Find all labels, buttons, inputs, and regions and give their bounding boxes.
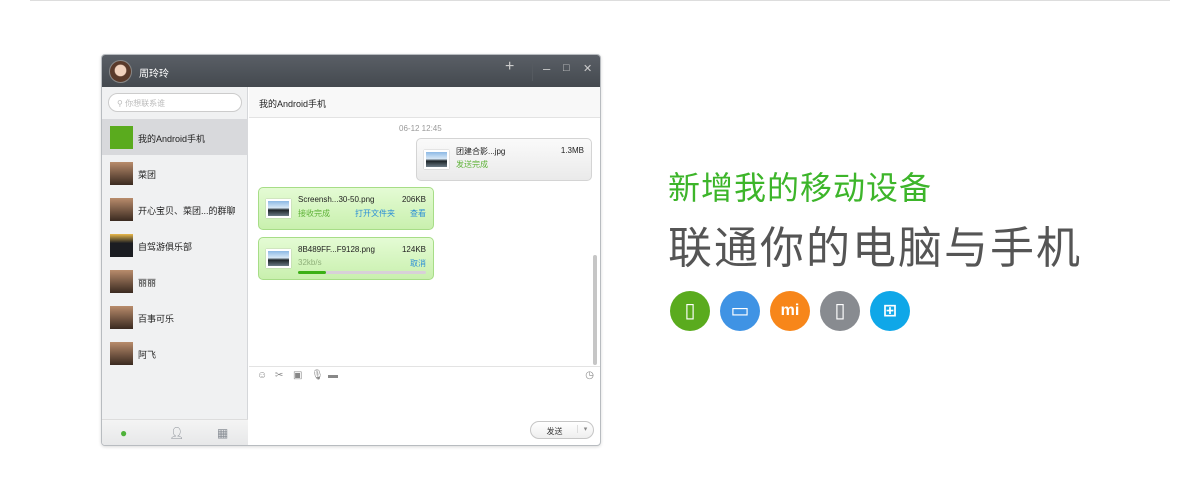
sidebar-tabs: ● 👤︎ ▦: [102, 419, 248, 445]
contact-label: 自驾游俱乐部: [138, 242, 193, 252]
search-input[interactable]: ⚲ 你想联系谁: [108, 93, 242, 112]
view-link[interactable]: 查看: [410, 208, 426, 219]
sent-file-message[interactable]: 团建合影...jpg 1.3MB 发送完成: [416, 138, 592, 181]
chat-panel: 我的Android手机 06-12 12:45 团建合影...jpg 1.3MB…: [249, 87, 600, 445]
transfer-status: 接收完成: [298, 209, 330, 218]
user-avatar[interactable]: [109, 60, 132, 83]
scissors-icon[interactable]: ✂: [275, 370, 283, 381]
contact-sidebar: ⚲ 你想联系谁 我的Android手机 菜团 开心宝贝、菜团...的群聊 自驾游…: [102, 87, 248, 445]
folder-icon[interactable]: ▬: [328, 370, 338, 381]
image-thumbnail: [266, 249, 291, 268]
contact-item[interactable]: 开心宝贝、菜团...的群聊: [102, 191, 248, 227]
avatar: [110, 306, 133, 329]
contacts-tab-icon[interactable]: 👤︎: [169, 426, 184, 440]
chat-tab-icon[interactable]: ●: [120, 426, 127, 440]
add-icon[interactable]: +: [505, 58, 514, 76]
user-name: 周玲玲: [139, 69, 169, 80]
receiving-file-message: 8B489FF...F9128.png 124KB 32kb/s 取消: [258, 237, 434, 280]
file-name: 团建合影...jpg: [456, 147, 506, 156]
image-thumbnail: [266, 199, 291, 218]
cancel-link[interactable]: 取消: [410, 258, 426, 269]
search-placeholder: 你想联系谁: [125, 99, 166, 108]
pc-device-icon: ▭: [720, 291, 760, 331]
transfer-speed: 32kb/s: [298, 258, 322, 267]
minimize-icon[interactable]: –: [543, 61, 550, 76]
promo-headline: 新增我的移动设备: [668, 170, 933, 206]
contact-label: 丽丽: [138, 278, 157, 288]
windows-device-icon: ⊞: [870, 291, 910, 331]
android-phone-icon: [110, 126, 133, 149]
progress-fill: [298, 271, 327, 274]
transfer-progress-bar: [298, 271, 426, 274]
image-icon[interactable]: ▣: [293, 370, 302, 381]
contact-item[interactable]: 百事可乐: [102, 299, 248, 335]
file-size: 124KB: [401, 245, 426, 254]
close-icon[interactable]: ✕: [583, 62, 592, 75]
avatar: [110, 342, 133, 365]
contact-item[interactable]: 菜团: [102, 155, 248, 191]
microphone-icon[interactable]: 🎙︎: [311, 370, 324, 381]
contact-label: 阿飞: [138, 350, 157, 360]
contact-label: 我的Android手机: [138, 134, 206, 144]
history-clock-icon[interactable]: ◷: [585, 370, 594, 381]
promo-subheadline: 联通你的电脑与手机: [668, 224, 1082, 273]
avatar: [110, 234, 133, 257]
emoji-icon[interactable]: ☺: [257, 370, 267, 381]
android-device-icon: ▯: [670, 291, 710, 331]
send-button-group: 发送 ▾: [530, 421, 594, 439]
group-avatar: [110, 198, 133, 221]
file-size: 206KB: [401, 195, 426, 204]
ios-device-icon: ▯: [820, 291, 860, 331]
top-divider: [30, 0, 1170, 1]
contact-android-phone[interactable]: 我的Android手机: [102, 119, 248, 155]
image-thumbnail: [424, 150, 449, 169]
maximize-icon[interactable]: □: [563, 62, 570, 74]
input-toolbar: ☺ ✂ ▣ 🎙︎ ▬ ◷: [249, 366, 600, 386]
title-bar: 周玲玲 + – □ ✕: [102, 55, 600, 87]
avatar: [110, 270, 133, 293]
contact-item[interactable]: 自驾游俱乐部: [102, 227, 248, 263]
transfer-status: 发送完成: [456, 160, 488, 169]
contact-item[interactable]: 阿飞: [102, 335, 248, 371]
scrollbar[interactable]: [593, 255, 597, 365]
contact-label: 百事可乐: [138, 314, 175, 324]
open-folder-link[interactable]: 打开文件夹: [355, 208, 395, 219]
title-separator: [532, 61, 533, 81]
avatar: [110, 162, 133, 185]
message-timestamp: 06-12 12:45: [399, 124, 442, 133]
contact-item[interactable]: 丽丽: [102, 263, 248, 299]
file-name: 8B489FF...F9128.png: [298, 245, 375, 254]
mi-device-icon: mi: [770, 291, 810, 331]
file-size: 1.3MB: [560, 146, 584, 155]
file-name: Screensh...30-50.png: [298, 195, 375, 204]
search-icon: ⚲: [117, 99, 126, 108]
contact-label: 菜团: [138, 170, 157, 180]
contact-label: 开心宝贝、菜团...的群聊: [138, 206, 236, 216]
send-button[interactable]: 发送: [531, 426, 578, 437]
chat-window: 周玲玲 + – □ ✕ ⚲ 你想联系谁 我的Android手机 菜团 开心宝贝、…: [101, 54, 601, 446]
chat-title: 我的Android手机: [249, 87, 600, 118]
received-file-message: Screensh...30-50.png 206KB 接收完成 打开文件夹 查看: [258, 187, 434, 230]
apps-tab-icon[interactable]: ▦: [217, 426, 228, 440]
send-options-dropdown[interactable]: ▾: [577, 425, 593, 433]
